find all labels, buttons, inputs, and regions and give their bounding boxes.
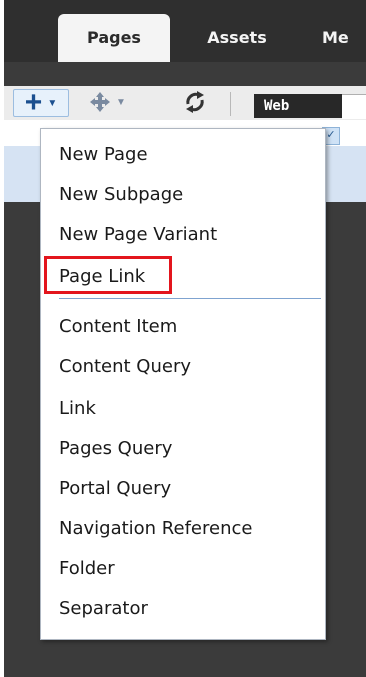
tab-pages[interactable]: Pages [58,14,170,62]
move-arrows-icon [90,92,111,112]
plus-icon: + [24,86,43,119]
app-window: Pages Assets Me + ▼ ▼ Web ✓ New Page New… [0,0,366,677]
menu-item-new-page-variant[interactable]: New Page Variant [59,221,319,249]
refresh-icon [186,91,204,113]
web-field[interactable] [342,94,366,119]
menu-item-pages-query[interactable]: Pages Query [59,435,319,463]
menu-item-portal-query[interactable]: Portal Query [59,475,319,503]
menu-item-page-link[interactable]: Page Link [59,263,319,291]
menu-separator [59,298,321,299]
menu-item-folder[interactable]: Folder [59,555,319,583]
menu-item-navigation-reference[interactable]: Navigation Reference [59,515,319,543]
add-dropdown-menu: New Page New Subpage New Page Variant Pa… [40,128,326,640]
menu-item-new-subpage[interactable]: New Subpage [59,181,319,209]
menu-item-separator[interactable]: Separator [59,595,319,623]
move-dropdown-button[interactable]: ▼ [80,89,134,115]
menu-item-new-page[interactable]: New Page [59,141,319,169]
menu-item-link[interactable]: Link [59,395,319,423]
menu-item-content-query[interactable]: Content Query [59,353,319,381]
tab-assets[interactable]: Assets [190,14,284,62]
web-button[interactable]: Web [254,94,342,118]
add-dropdown-button[interactable]: + ▼ [13,86,69,119]
tab-bar: Pages Assets Me [4,0,366,62]
refresh-button[interactable] [178,89,212,115]
toolbar-divider [230,92,231,116]
menu-item-content-item[interactable]: Content Item [59,313,319,341]
chevron-down-icon: ▼ [47,97,58,109]
chevron-down-icon: ▼ [116,96,126,108]
tab-more[interactable]: Me [322,14,366,62]
